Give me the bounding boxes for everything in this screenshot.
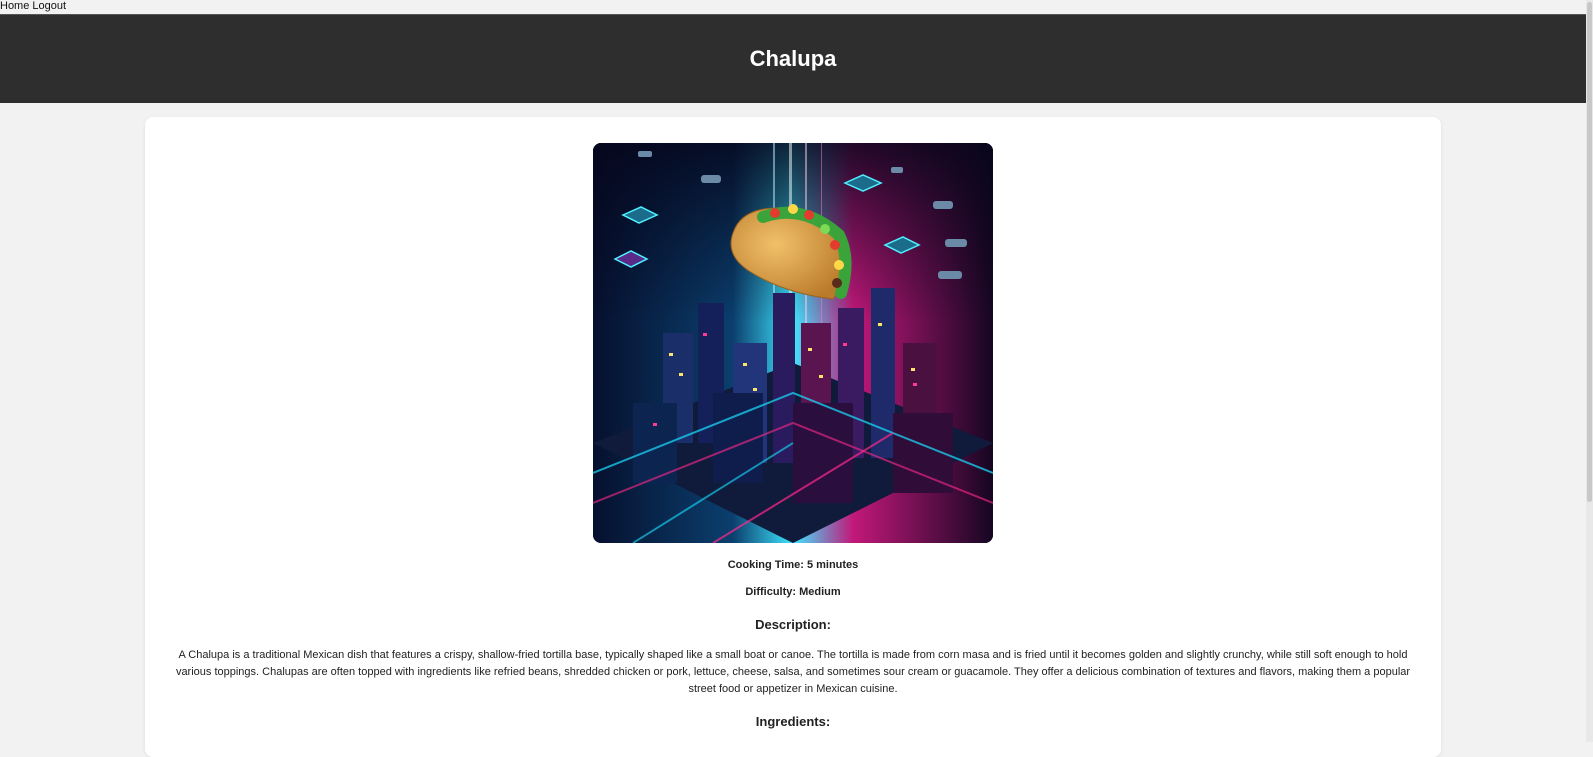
ingredients-heading: Ingredients: <box>755 714 831 729</box>
cooking-time: Cooking Time: 5 minutes <box>727 559 859 571</box>
page-scrollbar[interactable] <box>1586 0 1593 742</box>
recipe-image <box>593 143 993 543</box>
page-title: Chalupa <box>749 46 837 71</box>
description-text: A Chalupa is a traditional Mexican dish … <box>175 649 1411 695</box>
home-link[interactable]: Home <box>0 0 29 12</box>
difficulty: Difficulty: Medium <box>745 586 841 598</box>
page-header: Chalupa <box>0 14 1586 103</box>
recipe-card: Cooking Time: 5 minutes Difficulty: Medi… <box>145 117 1441 757</box>
logout-link[interactable]: Logout <box>32 0 66 12</box>
top-nav: Home Logout <box>0 0 1593 14</box>
description-heading: Description: <box>755 617 831 632</box>
scrollbar-thumb[interactable] <box>1587 2 1592 502</box>
